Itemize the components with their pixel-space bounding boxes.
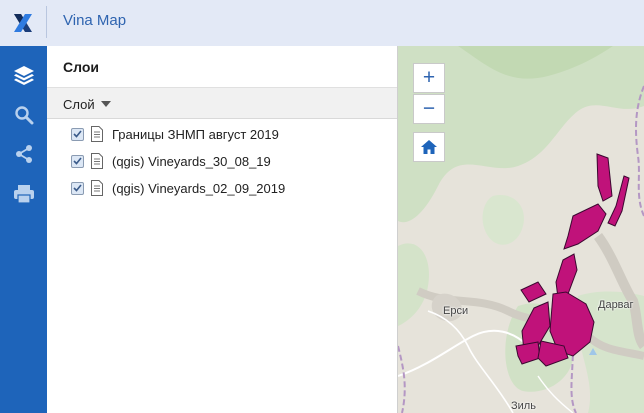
place-label: Ерси (443, 305, 469, 317)
layers-panel: Слои Слой Границы ЗНМП август 2019 (qgis… (47, 46, 398, 413)
document-icon (91, 180, 103, 196)
x-logo-icon[interactable] (0, 0, 46, 46)
app-header: Vina Map (0, 0, 644, 46)
search-button[interactable] (0, 96, 47, 134)
checkmark-icon (73, 157, 82, 165)
layer-dropdown[interactable]: Слой (63, 96, 111, 112)
layer-checkbox[interactable] (71, 127, 84, 141)
zoom-out-button[interactable]: − (413, 94, 445, 124)
print-button[interactable] (0, 175, 47, 213)
layer-label: Границы ЗНМП август 2019 (112, 126, 279, 142)
layer-item[interactable]: (qgis) Vineyards_02_09_2019 (71, 178, 285, 198)
checkmark-icon (73, 184, 82, 192)
zoom-out-label: − (422, 97, 436, 120)
home-button[interactable] (413, 132, 445, 162)
layers-button[interactable] (0, 56, 47, 94)
zoom-in-label: + (422, 66, 436, 89)
tool-rail (0, 46, 47, 413)
checkmark-icon (73, 130, 82, 138)
share-icon (15, 145, 32, 163)
layer-item[interactable]: (qgis) Vineyards_30_08_19 (71, 151, 271, 171)
app-window: Vina Map Слои Слой Границы ЗНМП август 2… (0, 0, 644, 413)
print-icon (13, 185, 34, 204)
layer-checkbox[interactable] (71, 154, 84, 168)
share-button[interactable] (0, 135, 47, 173)
panel-toolbar: Слой (47, 87, 397, 119)
layer-label: (qgis) Vineyards_30_08_19 (112, 153, 271, 169)
layer-label: (qgis) Vineyards_02_09_2019 (112, 180, 286, 196)
panel-title: Слои (63, 59, 99, 75)
document-icon (91, 126, 103, 142)
search-icon (14, 106, 33, 125)
layer-dropdown-label: Слой (63, 96, 95, 112)
layer-item[interactable]: Границы ЗНМП август 2019 (71, 124, 279, 144)
app-title: Vina Map (63, 12, 127, 29)
document-icon (91, 153, 103, 169)
header-divider (46, 6, 47, 38)
caret-down-icon (100, 101, 111, 107)
layer-checkbox[interactable] (71, 181, 84, 195)
map-view[interactable]: + − Ерси Дарваг Зиль (398, 46, 644, 413)
place-label: Дарваг (598, 299, 634, 311)
zoom-in-button[interactable]: + (413, 63, 445, 93)
place-label: Зиль (511, 400, 536, 412)
layers-icon (13, 66, 34, 85)
home-icon (421, 140, 437, 154)
